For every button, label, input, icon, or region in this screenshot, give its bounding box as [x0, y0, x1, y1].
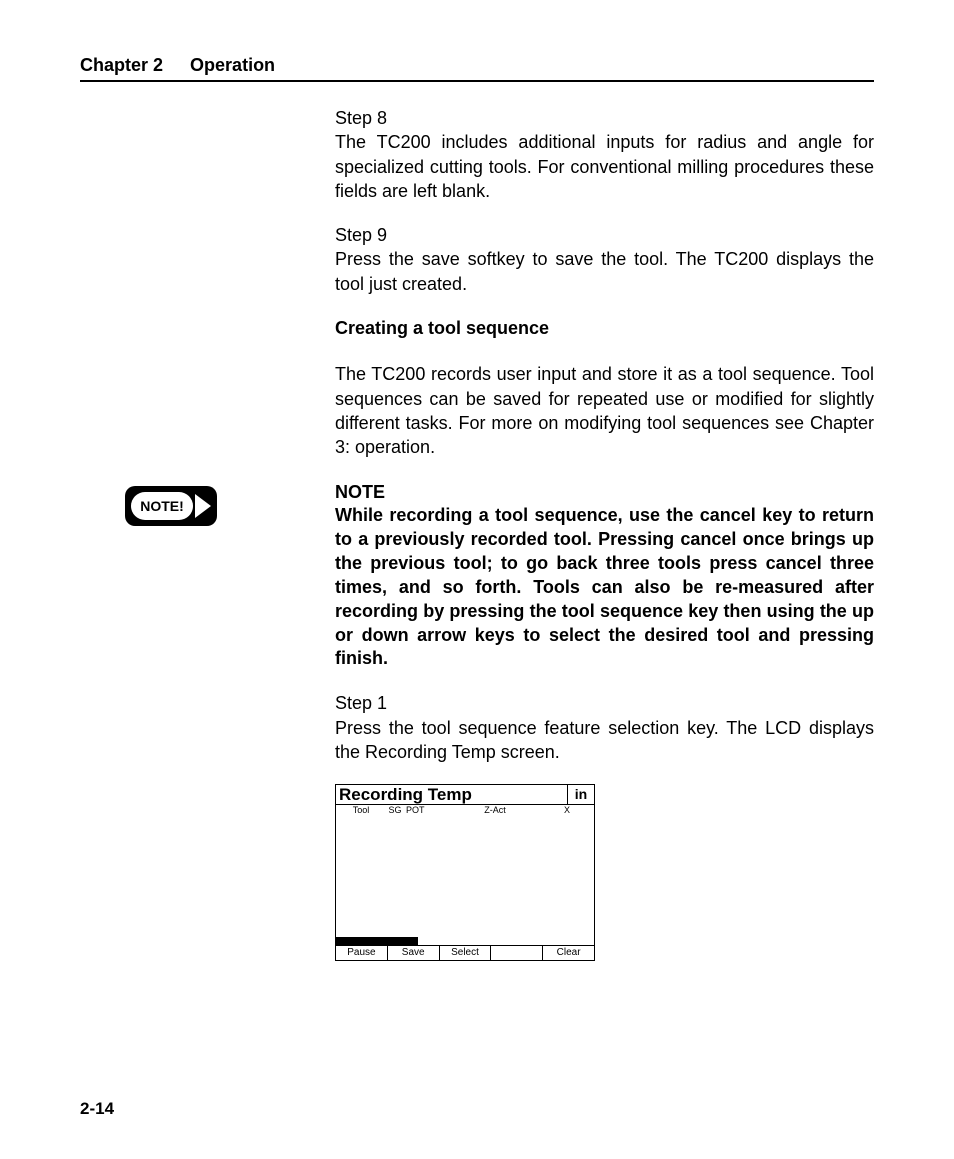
page-number: 2-14: [80, 1099, 114, 1119]
softkey-pause: Pause: [336, 946, 388, 960]
note-body: While recording a tool sequence, use the…: [335, 504, 874, 672]
lcd-title-row: Recording Temp in: [336, 785, 594, 805]
step1-label: Step 1: [335, 691, 874, 715]
col-zact: Z-Act: [440, 806, 550, 815]
softkey-select: Select: [440, 946, 492, 960]
step9-text: Press the save softkey to save the tool.…: [335, 247, 874, 296]
section-heading: Creating a tool sequence: [335, 316, 874, 340]
step8-text: The TC200 includes additional inputs for…: [335, 130, 874, 203]
page: Chapter 2 Operation Step 8 The TC200 inc…: [0, 0, 954, 1159]
note-block: NOTE! NOTE While recording a tool sequen…: [335, 480, 874, 672]
col-x: X: [550, 806, 570, 815]
lcd-columns: Tool SG POT Z-Act X: [336, 805, 594, 815]
note-title: NOTE: [335, 480, 874, 504]
body-column: Step 8 The TC200 includes additional inp…: [335, 106, 874, 961]
lcd-highlight-bar: [336, 937, 418, 945]
chapter-label: Chapter 2: [80, 55, 163, 75]
running-header: Chapter 2 Operation: [80, 55, 874, 82]
col-tool: Tool: [338, 806, 384, 815]
lcd-body-area: [336, 815, 594, 945]
lcd-screenshot: Recording Temp in Tool SG POT Z-Act X Pa…: [335, 784, 595, 961]
note-icon: NOTE!: [125, 486, 217, 524]
step1-text: Press the tool sequence feature selectio…: [335, 716, 874, 765]
step8-label: Step 8: [335, 106, 874, 130]
col-sg: SG: [384, 806, 406, 815]
lcd-softkeys: Pause Save Select Clear: [336, 945, 594, 960]
lcd-unit: in: [567, 785, 594, 804]
note-icon-label: NOTE!: [140, 498, 184, 514]
step9-label: Step 9: [335, 223, 874, 247]
softkey-blank: [491, 946, 543, 960]
col-pot: POT: [406, 806, 440, 815]
chapter-title: Operation: [190, 55, 275, 75]
section-intro: The TC200 records user input and store i…: [335, 362, 874, 459]
softkey-save: Save: [388, 946, 440, 960]
softkey-clear: Clear: [543, 946, 594, 960]
lcd-title: Recording Temp: [336, 785, 567, 804]
